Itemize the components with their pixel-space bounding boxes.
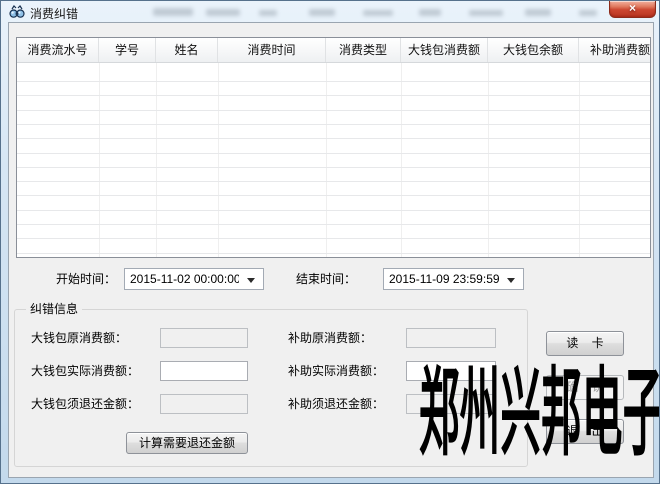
consumption-table: 消费流水号学号姓名消费时间消费类型大钱包消费额大钱包余额补助消费额	[16, 37, 651, 258]
chevron-down-icon	[507, 278, 515, 283]
table-grid-line	[401, 63, 402, 258]
column-header[interactable]: 补助消费额	[579, 38, 650, 63]
subsidy-actual-input[interactable]	[406, 361, 496, 381]
table-row-line	[17, 153, 650, 154]
wallet-original-input	[160, 328, 248, 348]
table-body[interactable]	[17, 63, 650, 258]
titlebar[interactable]: 消费纠错 ×	[1, 1, 659, 22]
table-row-line	[17, 81, 650, 82]
confirm-button: 确 认	[546, 375, 624, 400]
table-row-line	[17, 110, 650, 111]
binoculars-icon	[9, 4, 25, 20]
wallet-actual-label: 大钱包实际消费额：	[31, 360, 139, 382]
wallet-actual-input[interactable]	[160, 361, 248, 381]
glass-blur-artifact	[525, 9, 551, 16]
exit-button[interactable]: 退 出	[546, 419, 624, 444]
correction-groupbox-title: 纠错信息	[26, 302, 82, 317]
table-grid-line	[579, 63, 580, 258]
table-header-row: 消费流水号学号姓名消费时间消费类型大钱包消费额大钱包余额补助消费额	[17, 38, 650, 63]
wallet-refund-label: 大钱包须退还金额：	[31, 393, 139, 415]
table-row-line	[17, 138, 650, 139]
table-grid-line	[326, 63, 327, 258]
close-button[interactable]: ×	[609, 1, 656, 18]
glass-blur-artifact	[206, 9, 240, 16]
table-row-line	[17, 181, 650, 182]
table-grid-line	[99, 63, 100, 258]
table-grid-line	[156, 63, 157, 258]
table-grid-line	[218, 63, 219, 258]
read-card-button[interactable]: 读 卡	[546, 331, 624, 356]
table-row-line	[17, 95, 650, 96]
subsidy-refund-label: 补助须退还金额：	[288, 393, 384, 415]
glass-blur-artifact	[309, 9, 335, 16]
glass-blur-artifact	[469, 10, 503, 16]
column-header[interactable]: 消费流水号	[17, 38, 99, 63]
glass-blur-artifact	[579, 10, 597, 16]
subsidy-actual-label: 补助实际消费额：	[288, 360, 384, 382]
wallet-original-label: 大钱包原消费额：	[31, 327, 127, 349]
table-row-line	[17, 253, 650, 254]
wallet-refund-input	[160, 394, 248, 414]
table-row-line	[17, 224, 650, 225]
table-row-line	[17, 238, 650, 239]
glass-blur-artifact	[153, 8, 193, 16]
table-row-line	[17, 124, 650, 125]
start-time-picker[interactable]: 2015-11-02 00:00:00	[124, 268, 264, 290]
client-area: 消费流水号学号姓名消费时间消费类型大钱包消费额大钱包余额补助消费额 开始时间： …	[8, 22, 654, 478]
column-header[interactable]: 消费时间	[218, 38, 326, 63]
column-header[interactable]: 大钱包余额	[488, 38, 579, 63]
glass-blur-artifact	[419, 9, 441, 16]
chevron-down-icon	[247, 278, 255, 283]
subsidy-original-input	[406, 328, 496, 348]
table-row-line	[17, 167, 650, 168]
column-header[interactable]: 消费类型	[326, 38, 401, 63]
start-time-label: 开始时间：	[56, 268, 116, 290]
dialog-window: 消费纠错 × 消费流水号学号姓名消费时间消费类型大钱包消费额大钱包余额补助消费额…	[0, 0, 660, 484]
subsidy-original-label: 补助原消费额：	[288, 327, 372, 349]
calculate-refund-button[interactable]: 计算需要退还金额	[126, 432, 248, 454]
end-time-value: 2015-11-09 23:59:59	[389, 269, 499, 289]
end-time-label: 结束时间：	[296, 268, 356, 290]
end-time-picker[interactable]: 2015-11-09 23:59:59	[383, 268, 524, 290]
start-time-value: 2015-11-02 00:00:00	[130, 269, 239, 289]
column-header[interactable]: 学号	[99, 38, 156, 63]
table-row-line	[17, 210, 650, 211]
glass-blur-artifact	[363, 10, 393, 16]
table-grid-line	[488, 63, 489, 258]
column-header[interactable]: 姓名	[156, 38, 218, 63]
close-icon: ×	[629, 1, 636, 15]
column-header[interactable]: 大钱包消费额	[401, 38, 488, 63]
subsidy-refund-input	[406, 394, 496, 414]
window-title: 消费纠错	[30, 5, 78, 22]
glass-blur-artifact	[259, 10, 277, 16]
table-row-line	[17, 195, 650, 196]
